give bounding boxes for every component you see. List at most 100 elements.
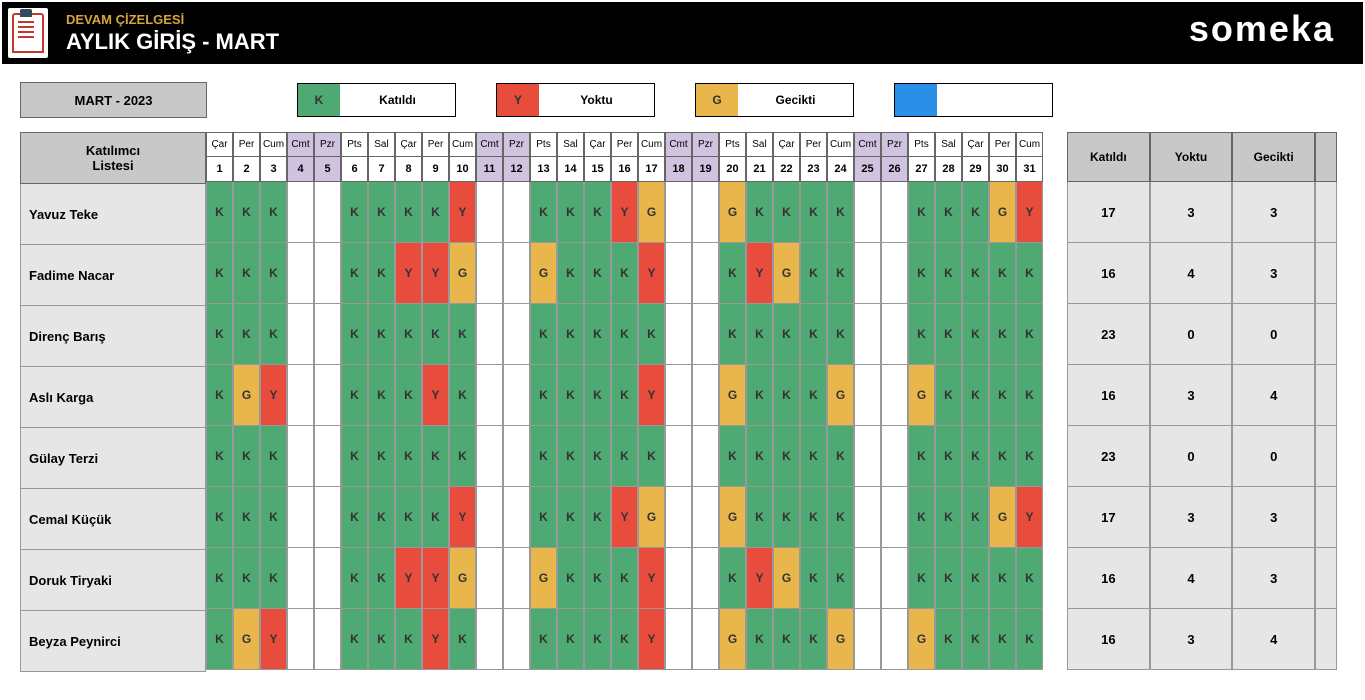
attendance-cell[interactable]: K bbox=[260, 304, 287, 365]
attendance-cell[interactable]: G bbox=[233, 365, 260, 426]
attendance-cell[interactable]: K bbox=[557, 304, 584, 365]
attendance-cell[interactable] bbox=[665, 182, 692, 243]
attendance-cell[interactable] bbox=[692, 487, 719, 548]
attendance-cell[interactable]: G bbox=[773, 548, 800, 609]
attendance-cell[interactable]: K bbox=[962, 182, 989, 243]
attendance-cell[interactable]: G bbox=[530, 548, 557, 609]
attendance-cell[interactable]: K bbox=[989, 426, 1016, 487]
attendance-cell[interactable] bbox=[665, 304, 692, 365]
attendance-cell[interactable] bbox=[665, 487, 692, 548]
attendance-cell[interactable]: K bbox=[206, 182, 233, 243]
attendance-cell[interactable]: K bbox=[800, 243, 827, 304]
attendance-cell[interactable] bbox=[314, 487, 341, 548]
attendance-cell[interactable]: K bbox=[422, 182, 449, 243]
attendance-cell[interactable]: K bbox=[827, 304, 854, 365]
attendance-cell[interactable] bbox=[881, 487, 908, 548]
attendance-cell[interactable]: K bbox=[341, 304, 368, 365]
attendance-cell[interactable] bbox=[503, 182, 530, 243]
attendance-cell[interactable]: K bbox=[935, 426, 962, 487]
attendance-cell[interactable] bbox=[665, 609, 692, 670]
attendance-cell[interactable]: K bbox=[908, 426, 935, 487]
attendance-cell[interactable]: K bbox=[341, 609, 368, 670]
attendance-cell[interactable]: K bbox=[260, 548, 287, 609]
attendance-cell[interactable]: K bbox=[233, 426, 260, 487]
attendance-cell[interactable]: K bbox=[773, 426, 800, 487]
attendance-cell[interactable]: K bbox=[908, 304, 935, 365]
attendance-cell[interactable]: Y bbox=[638, 609, 665, 670]
attendance-cell[interactable]: Y bbox=[611, 182, 638, 243]
attendance-cell[interactable] bbox=[503, 548, 530, 609]
attendance-cell[interactable]: K bbox=[233, 304, 260, 365]
attendance-cell[interactable] bbox=[476, 426, 503, 487]
attendance-cell[interactable]: K bbox=[1016, 609, 1043, 670]
attendance-cell[interactable]: K bbox=[773, 487, 800, 548]
attendance-cell[interactable]: K bbox=[449, 426, 476, 487]
attendance-cell[interactable] bbox=[854, 243, 881, 304]
attendance-cell[interactable] bbox=[314, 609, 341, 670]
attendance-cell[interactable]: K bbox=[233, 487, 260, 548]
attendance-cell[interactable]: K bbox=[368, 548, 395, 609]
attendance-cell[interactable]: K bbox=[935, 609, 962, 670]
attendance-cell[interactable]: G bbox=[719, 182, 746, 243]
attendance-cell[interactable]: K bbox=[557, 548, 584, 609]
attendance-cell[interactable]: K bbox=[962, 609, 989, 670]
attendance-cell[interactable]: K bbox=[206, 609, 233, 670]
attendance-cell[interactable]: K bbox=[989, 609, 1016, 670]
attendance-cell[interactable]: K bbox=[395, 426, 422, 487]
attendance-cell[interactable]: G bbox=[638, 182, 665, 243]
attendance-cell[interactable]: K bbox=[1016, 426, 1043, 487]
attendance-cell[interactable]: K bbox=[1016, 365, 1043, 426]
attendance-cell[interactable]: G bbox=[449, 548, 476, 609]
attendance-cell[interactable] bbox=[881, 548, 908, 609]
attendance-cell[interactable]: K bbox=[206, 548, 233, 609]
attendance-cell[interactable]: K bbox=[746, 609, 773, 670]
attendance-cell[interactable]: Y bbox=[638, 243, 665, 304]
attendance-cell[interactable]: K bbox=[827, 548, 854, 609]
attendance-cell[interactable] bbox=[692, 182, 719, 243]
attendance-cell[interactable]: Y bbox=[638, 548, 665, 609]
attendance-cell[interactable]: K bbox=[395, 365, 422, 426]
attendance-cell[interactable]: K bbox=[800, 548, 827, 609]
attendance-cell[interactable] bbox=[314, 182, 341, 243]
attendance-cell[interactable]: K bbox=[341, 487, 368, 548]
attendance-cell[interactable]: K bbox=[341, 365, 368, 426]
attendance-cell[interactable]: K bbox=[611, 304, 638, 365]
attendance-cell[interactable] bbox=[314, 243, 341, 304]
attendance-cell[interactable]: K bbox=[584, 182, 611, 243]
attendance-cell[interactable]: K bbox=[773, 365, 800, 426]
attendance-cell[interactable] bbox=[287, 548, 314, 609]
attendance-cell[interactable]: Y bbox=[1016, 487, 1043, 548]
attendance-cell[interactable]: G bbox=[530, 243, 557, 304]
attendance-cell[interactable] bbox=[476, 548, 503, 609]
attendance-cell[interactable]: K bbox=[611, 243, 638, 304]
attendance-cell[interactable]: G bbox=[719, 365, 746, 426]
attendance-cell[interactable]: K bbox=[800, 182, 827, 243]
attendance-cell[interactable]: K bbox=[395, 304, 422, 365]
month-selector[interactable]: MART - 2023 bbox=[20, 82, 207, 118]
attendance-cell[interactable] bbox=[503, 304, 530, 365]
attendance-cell[interactable]: Y bbox=[395, 548, 422, 609]
attendance-cell[interactable]: K bbox=[206, 304, 233, 365]
attendance-cell[interactable]: K bbox=[530, 609, 557, 670]
attendance-cell[interactable]: Y bbox=[449, 182, 476, 243]
attendance-cell[interactable] bbox=[287, 365, 314, 426]
attendance-cell[interactable]: G bbox=[719, 487, 746, 548]
attendance-cell[interactable]: Y bbox=[395, 243, 422, 304]
attendance-cell[interactable]: K bbox=[449, 304, 476, 365]
attendance-cell[interactable]: K bbox=[557, 243, 584, 304]
attendance-cell[interactable]: K bbox=[935, 548, 962, 609]
attendance-cell[interactable]: K bbox=[719, 548, 746, 609]
attendance-cell[interactable] bbox=[503, 426, 530, 487]
attendance-cell[interactable]: K bbox=[827, 182, 854, 243]
attendance-cell[interactable]: K bbox=[746, 304, 773, 365]
attendance-cell[interactable] bbox=[692, 304, 719, 365]
attendance-cell[interactable]: K bbox=[530, 426, 557, 487]
attendance-cell[interactable]: K bbox=[638, 426, 665, 487]
attendance-cell[interactable] bbox=[854, 182, 881, 243]
attendance-cell[interactable]: K bbox=[962, 426, 989, 487]
attendance-cell[interactable]: K bbox=[1016, 304, 1043, 365]
participant-cell[interactable]: Cemal Küçük bbox=[20, 489, 206, 550]
attendance-cell[interactable]: K bbox=[557, 182, 584, 243]
attendance-cell[interactable]: K bbox=[800, 304, 827, 365]
attendance-cell[interactable]: G bbox=[908, 365, 935, 426]
